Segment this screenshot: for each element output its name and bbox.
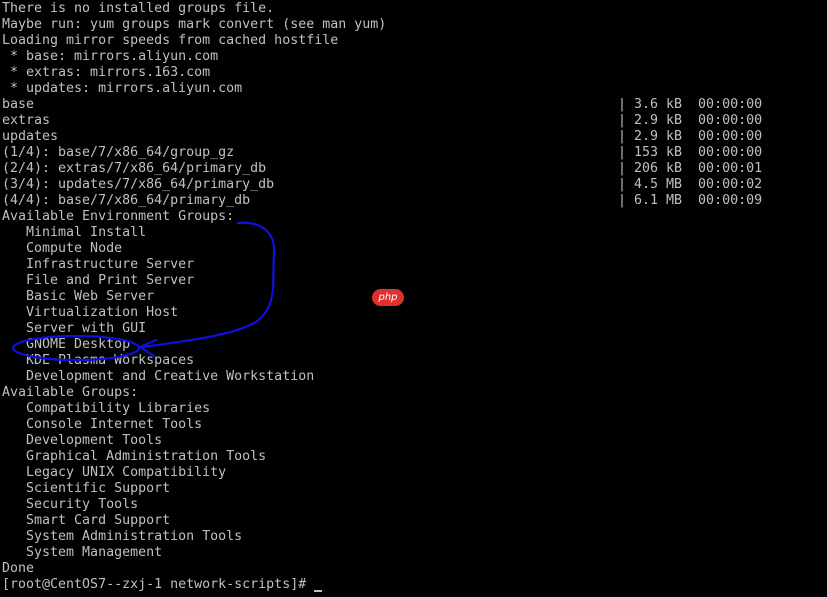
terminal-line: Basic Web Server xyxy=(2,289,155,304)
terminal-line: * extras: mirrors.163.com xyxy=(2,65,211,80)
download-stat: | 153 kB 00:00:00 xyxy=(618,145,763,160)
terminal-line: File and Print Server xyxy=(2,273,195,288)
terminal-line: Infrastructure Server xyxy=(2,257,195,272)
terminal-line: * updates: mirrors.aliyun.com xyxy=(2,81,243,96)
terminal-line: KDE Plasma Workspaces xyxy=(2,353,195,368)
terminal-line: Done xyxy=(2,561,35,576)
terminal-line: Graphical Administration Tools xyxy=(2,449,267,464)
download-stat: | 206 kB 00:00:01 xyxy=(618,161,763,176)
terminal-line: Available Environment Groups: xyxy=(2,209,235,224)
terminal-line: Scientific Support xyxy=(2,481,171,496)
download-stat: | 2.9 kB 00:00:00 xyxy=(618,113,763,128)
terminal-line: Compute Node xyxy=(2,241,123,256)
terminal-line: extras xyxy=(2,113,51,128)
terminal-line: Maybe run: yum groups mark convert (see … xyxy=(2,17,387,32)
terminal-line: Loading mirror speeds from cached hostfi… xyxy=(2,33,339,48)
terminal-line: (2/4): extras/7/x86_64/primary_db xyxy=(2,161,267,176)
terminal-line: (4/4): base/7/x86_64/primary_db xyxy=(2,193,251,208)
terminal-line: There is no installed groups file. xyxy=(2,1,275,16)
download-stat: | 6.1 MB 00:00:09 xyxy=(618,193,763,208)
terminal-line: Smart Card Support xyxy=(2,513,171,528)
terminal-line: (3/4): updates/7/x86_64/primary_db xyxy=(2,177,275,192)
terminal-line: Virtualization Host xyxy=(2,305,179,320)
download-stat: | 3.6 kB 00:00:00 xyxy=(618,97,763,112)
terminal-window[interactable]: There is no installed groups file. Maybe … xyxy=(0,0,827,597)
terminal-line: Minimal Install xyxy=(2,225,147,240)
terminal-line: updates xyxy=(2,129,59,144)
terminal-line: Security Tools xyxy=(2,497,139,512)
terminal-line: System Management xyxy=(2,545,163,560)
terminal-line: Console Internet Tools xyxy=(2,417,203,432)
text-cursor xyxy=(314,590,322,592)
terminal-line: Development Tools xyxy=(2,433,163,448)
download-stat: | 4.5 MB 00:00:02 xyxy=(618,177,763,192)
terminal-line: base xyxy=(2,97,35,112)
php-watermark-logo: php xyxy=(372,289,404,306)
terminal-line: System Administration Tools xyxy=(2,529,243,544)
shell-prompt: [root@CentOS7--zxj-1 network-scripts]# xyxy=(2,577,315,592)
terminal-line: Server with GUI xyxy=(2,321,147,336)
terminal-line: Available Groups: xyxy=(2,385,139,400)
terminal-line: Compatibility Libraries xyxy=(2,401,211,416)
terminal-line: * base: mirrors.aliyun.com xyxy=(2,49,219,64)
terminal-line: GNOME Desktop xyxy=(2,337,131,352)
terminal-line: (1/4): base/7/x86_64/group_gz xyxy=(2,145,235,160)
download-stat: | 2.9 kB 00:00:00 xyxy=(618,129,763,144)
terminal-line: Development and Creative Workstation xyxy=(2,369,315,384)
terminal-line: Legacy UNIX Compatibility xyxy=(2,465,227,480)
